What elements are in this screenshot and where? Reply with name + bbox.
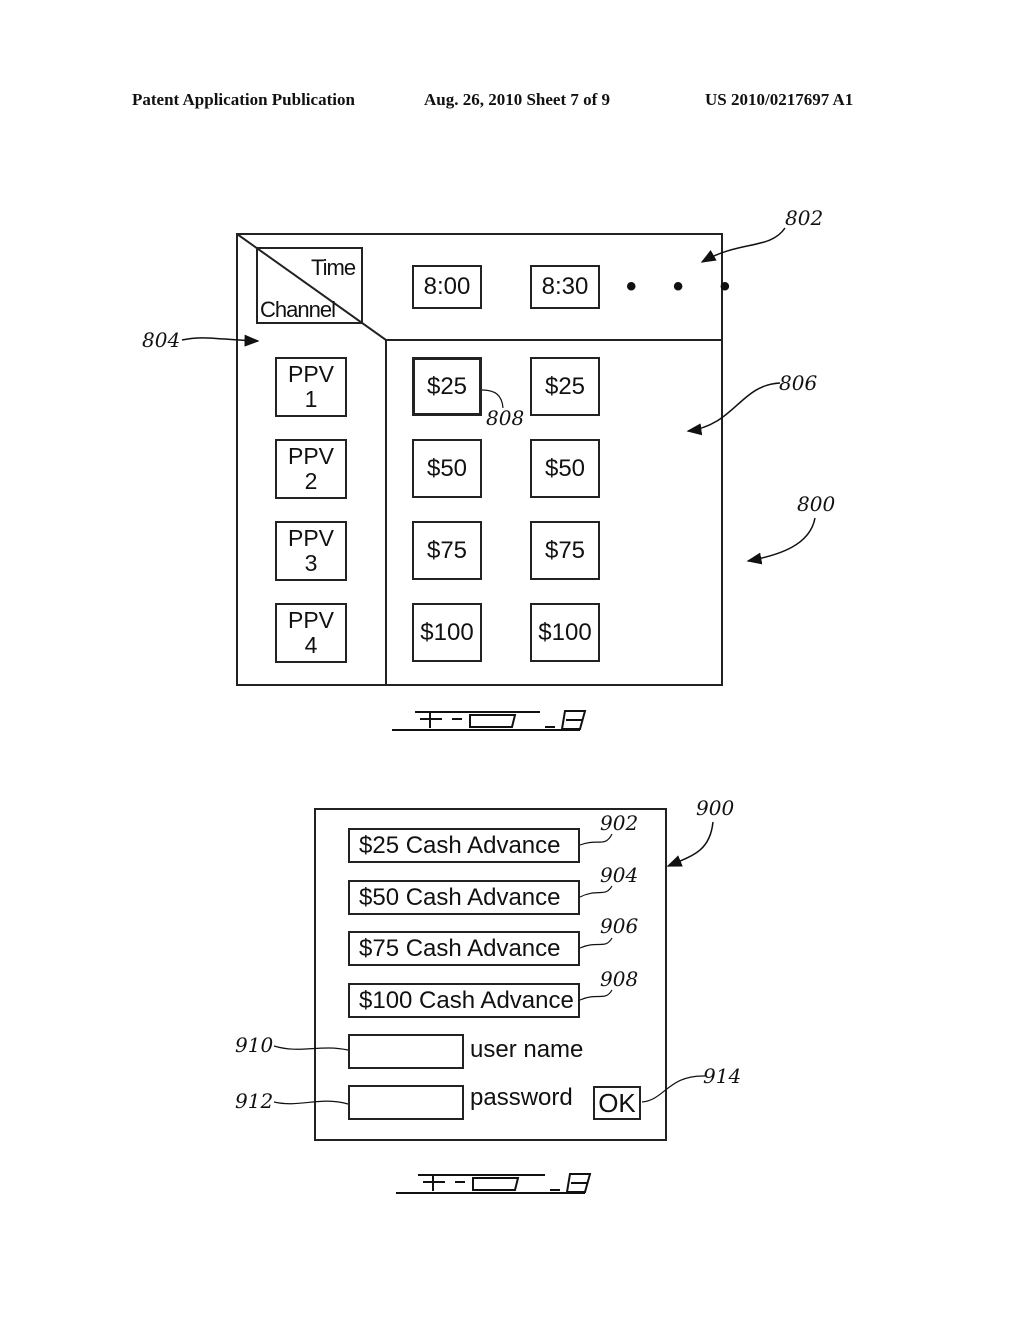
leader-906 [579, 937, 613, 949]
channel-number: 4 [304, 632, 318, 658]
password-label: password [470, 1084, 573, 1111]
channel-ppv-3[interactable]: PPV 3 [275, 521, 347, 581]
leader-800 [746, 517, 816, 565]
channel-number: 1 [304, 386, 318, 412]
username-input[interactable] [348, 1034, 464, 1069]
ref-800: 800 [797, 492, 836, 516]
channel-ppv-4[interactable]: PPV 4 [275, 603, 347, 663]
price-cell[interactable]: $100 [412, 603, 482, 662]
channel-name: PPV [287, 607, 335, 633]
leader-912 [273, 1100, 349, 1105]
ref-912: 912 [235, 1089, 274, 1113]
leader-914 [641, 1075, 706, 1103]
fig8-caption: FIG. 8 [392, 706, 588, 734]
ref-910: 910 [235, 1033, 274, 1057]
ok-button[interactable]: OK [593, 1086, 641, 1120]
time-slot-8-30[interactable]: 8:30 [530, 265, 600, 309]
leader-802 [700, 227, 786, 263]
price-cell[interactable]: $75 [412, 521, 482, 580]
price-cell[interactable]: $100 [530, 603, 600, 662]
publication-type: Patent Application Publication [132, 90, 355, 109]
channel-name: PPV [287, 443, 335, 469]
password-input[interactable] [348, 1085, 464, 1120]
date-sheet: Aug. 26, 2010 Sheet 7 of 9 [424, 90, 611, 109]
cash-advance-100-button[interactable]: $100 Cash Advance [348, 983, 580, 1018]
fig8-corner-diagonal [236, 233, 387, 341]
ref-802: 802 [785, 206, 824, 230]
channel-name: PPV [287, 525, 335, 551]
channel-name: PPV [287, 361, 335, 387]
channel-number: 2 [304, 468, 318, 494]
cash-advance-50-button[interactable]: $50 Cash Advance [348, 880, 580, 915]
leader-806 [686, 382, 781, 436]
ref-914: 914 [703, 1064, 742, 1088]
corner-channel-label: Channel [260, 297, 336, 322]
more-times-indicator[interactable]: • • • [626, 270, 744, 304]
ref-900: 900 [696, 796, 735, 820]
ref-906: 906 [600, 914, 639, 938]
channel-ppv-1[interactable]: PPV 1 [275, 357, 347, 417]
price-cell[interactable]: $50 [530, 439, 600, 498]
channel-ppv-2[interactable]: PPV 2 [275, 439, 347, 499]
ref-908: 908 [600, 967, 639, 991]
leader-910 [273, 1045, 349, 1051]
leader-900 [666, 821, 714, 867]
leader-904 [579, 885, 613, 898]
ref-808: 808 [486, 406, 525, 430]
drawing-lines [181, 227, 816, 1194]
ref-806: 806 [779, 371, 818, 395]
price-cell[interactable]: $75 [530, 521, 600, 580]
channel-number: 3 [304, 550, 318, 576]
leader-804 [181, 334, 260, 347]
cash-advance-25-button[interactable]: $25 Cash Advance [348, 828, 580, 863]
username-label: user name [470, 1036, 584, 1063]
ref-904: 904 [600, 863, 639, 887]
patent-number: US 2010/0217697 A1 [705, 90, 854, 109]
leader-908 [579, 989, 613, 1001]
price-cell[interactable]: $25 [530, 357, 600, 416]
corner-time-label: Time [311, 255, 356, 280]
price-cell-selected[interactable]: $25 [412, 357, 482, 416]
ref-902: 902 [600, 811, 639, 835]
fig9-caption: FIG. 9 [396, 1170, 592, 1198]
time-slot-8-00[interactable]: 8:00 [412, 265, 482, 309]
cash-advance-75-button[interactable]: $75 Cash Advance [348, 931, 580, 966]
leader-902 [579, 833, 613, 846]
price-cell[interactable]: $50 [412, 439, 482, 498]
ref-804: 804 [142, 328, 181, 352]
